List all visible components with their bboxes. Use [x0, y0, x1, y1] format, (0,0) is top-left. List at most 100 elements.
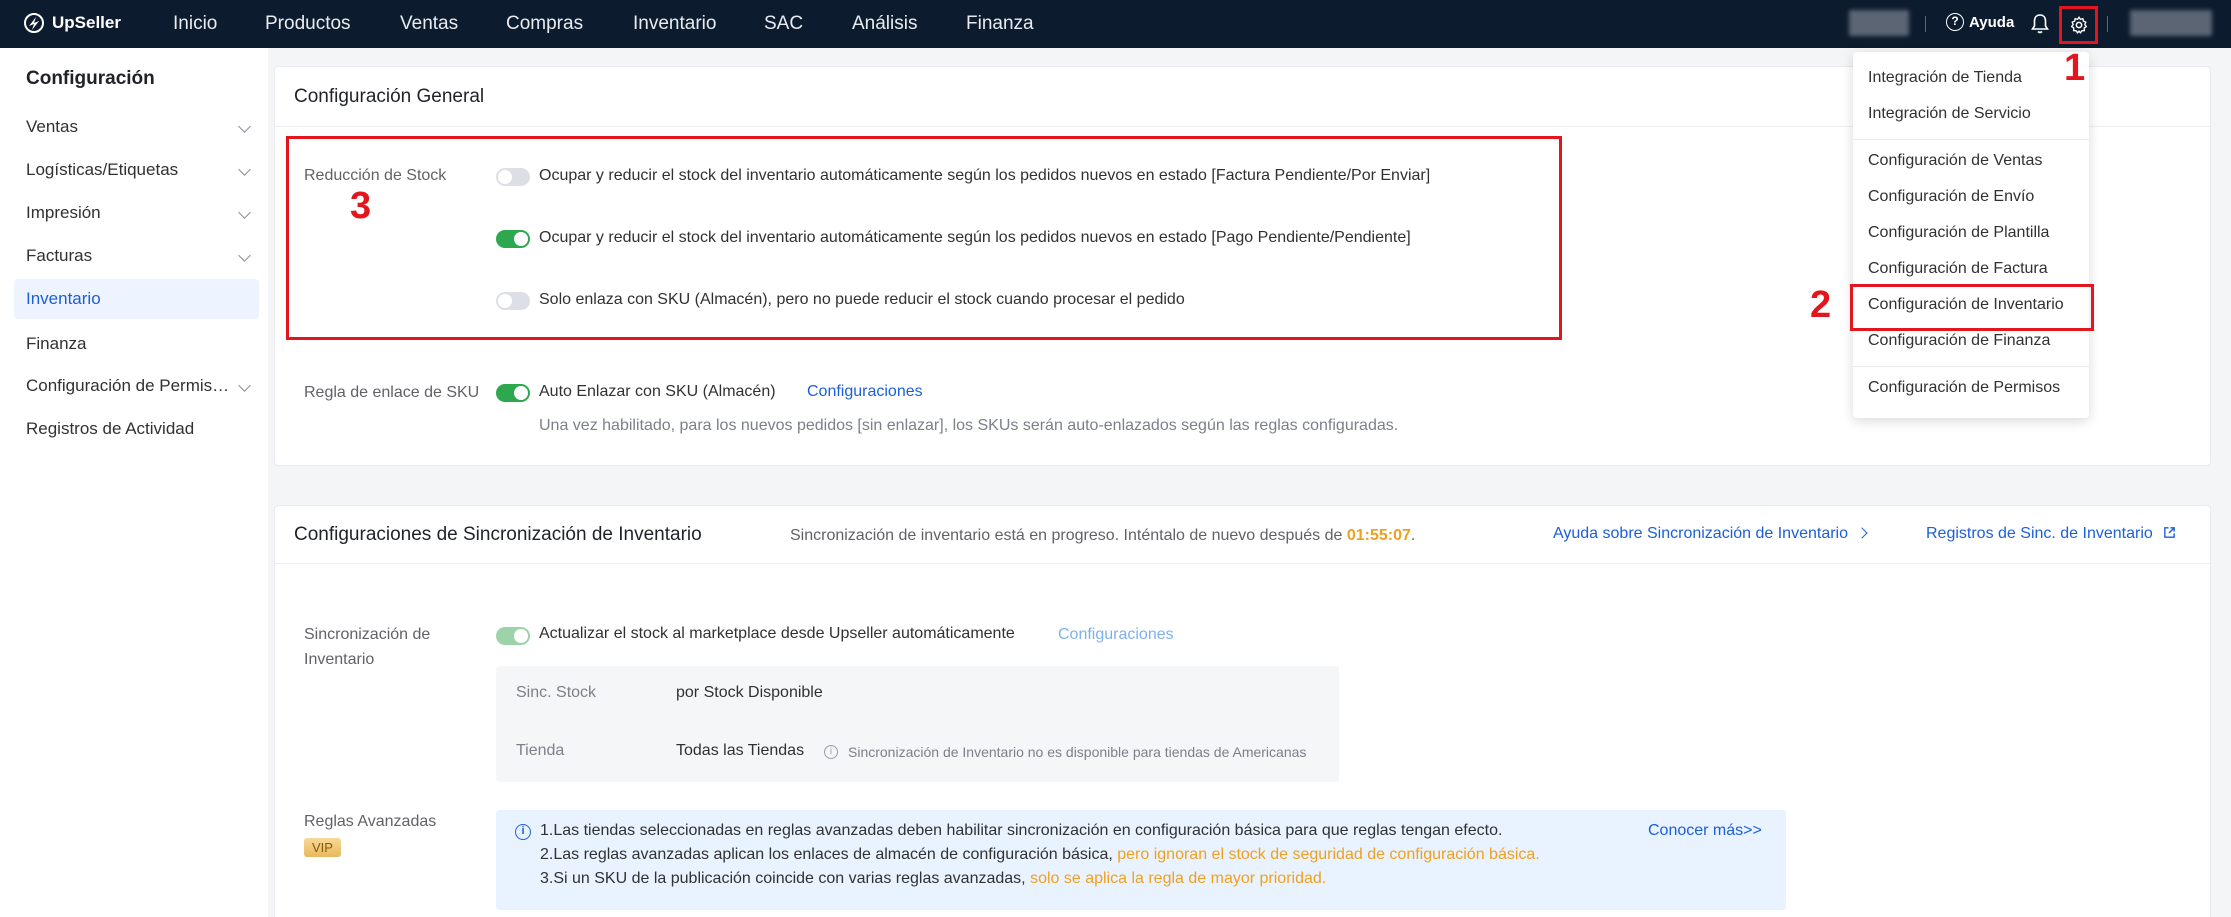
blurred-user-menu[interactable]: [2130, 10, 2212, 36]
bell-icon[interactable]: [2030, 13, 2050, 35]
info-line-3-text: 3.Si un SKU de la publicación coincide c…: [540, 870, 1031, 887]
sync-logs-label: Registros de Sinc. de Inventario: [1926, 525, 2153, 542]
info-circle-icon: i: [824, 745, 838, 759]
menu-divider: [1853, 366, 2089, 367]
info-line-3: 3.Si un SKU de la publicación coincide c…: [540, 870, 1326, 888]
sidebar-item-ventas[interactable]: Ventas: [14, 107, 259, 147]
annotation-number-1: 1: [2064, 47, 2086, 89]
annotation-box-3: [286, 136, 1562, 340]
blurred-account-info[interactable]: [1849, 10, 1909, 36]
menu-item-config-ventas[interactable]: Configuración de Ventas: [1868, 152, 2042, 170]
sku-link-label: Regla de enlace de SKU: [304, 384, 480, 401]
sidebar-item-facturas[interactable]: Facturas: [14, 236, 259, 276]
chevron-down-icon: [238, 249, 251, 262]
upseller-logo[interactable]: UpSeller: [22, 11, 121, 35]
menu-item-config-envio[interactable]: Configuración de Envío: [1868, 188, 2034, 206]
nav-inicio[interactable]: Inicio: [173, 13, 217, 35]
info-line-1: 1.Las tiendas seleccionadas en reglas av…: [540, 822, 1503, 839]
sidebar-item-label: Configuración de Permis…: [26, 376, 230, 395]
sync-help-label: Ayuda sobre Sincronización de Inventario: [1553, 525, 1848, 542]
auto-link-text: Auto Enlazar con SKU (Almacén): [539, 383, 776, 400]
nav-inventario[interactable]: Inventario: [633, 13, 716, 35]
menu-item-config-plantilla[interactable]: Configuración de Plantilla: [1868, 224, 2049, 242]
chevron-down-icon: [238, 206, 251, 219]
sku-link-config-link[interactable]: Configuraciones: [807, 383, 923, 401]
sidebar-item-label: Logísticas/Etiquetas: [26, 160, 179, 179]
info-line-2: 2.Las reglas avanzadas aplican los enlac…: [540, 846, 1540, 864]
help-button[interactable]: ? Ayuda: [1946, 13, 2014, 31]
sync-store-key: Tienda: [516, 742, 565, 759]
learn-more-link[interactable]: Conocer más>>: [1648, 822, 1762, 840]
sidebar-item-registros[interactable]: Registros de Actividad: [14, 409, 259, 449]
menu-item-integracion-servicio[interactable]: Integración de Servicio: [1868, 105, 2031, 123]
chevron-down-icon: [238, 379, 251, 392]
sync-store-value: Todas las Tiendas: [676, 742, 805, 759]
auto-sync-config-link[interactable]: Configuraciones: [1058, 626, 1174, 644]
nav-sac[interactable]: SAC: [764, 13, 803, 35]
nav-analisis[interactable]: Análisis: [852, 13, 917, 35]
sync-help-link[interactable]: Ayuda sobre Sincronización de Inventario: [1553, 525, 1869, 543]
menu-item-config-permisos[interactable]: Configuración de Permisos: [1868, 379, 2060, 397]
sidebar-title: Configuración: [26, 68, 155, 89]
sync-status: Sincronización de inventario está en pro…: [790, 527, 1415, 545]
menu-item-config-factura[interactable]: Configuración de Factura: [1868, 260, 2048, 278]
sku-link-note: Una vez habilitado, para los nuevos pedi…: [539, 417, 1399, 434]
info-line-2-highlight: pero ignoran el stock de seguridad de co…: [1117, 846, 1540, 863]
sidebar-item-label: Ventas: [26, 117, 78, 136]
inv-sync-label-2: Inventario: [304, 651, 375, 668]
sync-logs-link[interactable]: Registros de Sinc. de Inventario: [1926, 525, 2176, 543]
settings-button[interactable]: [2059, 6, 2098, 44]
top-nav-bar: UpSeller Inicio Productos Ventas Compras…: [0, 0, 2231, 48]
nav-compras[interactable]: Compras: [506, 13, 583, 35]
info-line-2-text: 2.Las reglas avanzadas aplican los enlac…: [540, 846, 1118, 863]
help-icon: ?: [1946, 13, 1964, 31]
gear-icon: [2070, 16, 2087, 34]
sidebar-item-permisos[interactable]: Configuración de Permis…: [14, 366, 259, 406]
sidebar-item-label: Registros de Actividad: [26, 419, 195, 438]
nav-divider-2: [2107, 16, 2108, 32]
external-link-icon: [2164, 527, 2176, 538]
sync-countdown: 01:55:07: [1346, 527, 1411, 544]
menu-item-integracion-tienda[interactable]: Integración de Tienda: [1868, 69, 2022, 87]
logo-text: UpSeller: [52, 13, 121, 32]
help-label: Ayuda: [1969, 13, 2015, 31]
annotation-number-2: 2: [1810, 284, 1832, 326]
chevron-down-icon: [238, 120, 251, 133]
sidebar-item-finanza[interactable]: Finanza: [14, 324, 259, 364]
general-config-title: Configuración General: [294, 86, 485, 107]
info-line-3-highlight: solo se aplica la regla de mayor priorid…: [1030, 870, 1327, 887]
sidebar-item-inventario[interactable]: Inventario: [14, 279, 259, 319]
sidebar-item-label: Facturas: [26, 246, 93, 265]
sync-settings-panel: [496, 666, 1339, 782]
annotation-number-3: 3: [350, 185, 372, 227]
sync-stock-key: Sinc. Stock: [516, 684, 597, 701]
sync-status-suffix: .: [1410, 527, 1416, 544]
auto-sync-toggle[interactable]: [496, 627, 530, 645]
advanced-rules-label: Reglas Avanzadas: [304, 813, 437, 830]
inventory-sync-card: Configuraciones de Sincronización de Inv…: [274, 505, 2211, 917]
nav-productos[interactable]: Productos: [265, 13, 351, 35]
sidebar-item-label: Impresión: [26, 203, 101, 222]
sidebar-item-logisticas[interactable]: Logísticas/Etiquetas: [14, 150, 259, 190]
upseller-logo-icon: [24, 13, 44, 33]
vip-badge: VIP: [304, 838, 341, 857]
settings-sidebar: Configuración Ventas Logísticas/Etiqueta…: [0, 48, 268, 917]
auto-link-toggle[interactable]: [496, 384, 530, 402]
chevron-right-icon: [1856, 527, 1869, 539]
settings-dropdown-menu: Integración de Tienda Integración de Ser…: [1853, 52, 2089, 418]
sync-store-note: Sincronización de Inventario no es dispo…: [848, 744, 1307, 760]
nav-ventas[interactable]: Ventas: [400, 13, 458, 35]
sidebar-item-label: Inventario: [26, 289, 101, 308]
menu-item-config-finanza[interactable]: Configuración de Finanza: [1868, 332, 2050, 350]
sync-status-text: Sincronización de inventario está en pro…: [790, 527, 1347, 544]
auto-sync-text: Actualizar el stock al marketplace desde…: [539, 625, 1015, 642]
nav-divider: [1925, 16, 1926, 32]
sidebar-item-label: Finanza: [26, 334, 87, 353]
annotation-box-2: [1850, 284, 2094, 331]
sidebar-item-impresion[interactable]: Impresión: [14, 193, 259, 233]
menu-divider: [1853, 139, 2089, 140]
card-divider: [275, 563, 2210, 564]
sync-stock-value: por Stock Disponible: [676, 684, 823, 701]
inv-sync-label-1: Sincronización de: [304, 626, 431, 643]
nav-finanza[interactable]: Finanza: [966, 13, 1034, 35]
